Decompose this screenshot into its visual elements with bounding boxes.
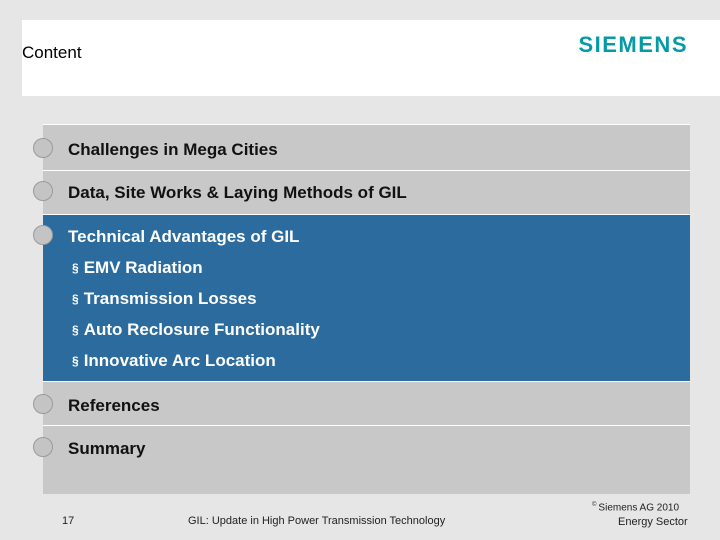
footer-presentation-title: GIL: Update in High Power Transmission T… [188, 515, 446, 527]
circle-bullet-icon [33, 394, 53, 414]
copyright-text: Siemens AG 2010 [598, 502, 680, 514]
subitem-label: EMV Radiation [83, 258, 203, 277]
circle-bullet-icon [33, 138, 53, 158]
footer-copyright: © Siemens AG 2010 [592, 502, 679, 513]
page-number: 17 [62, 515, 75, 527]
circle-bullet-icon [33, 181, 53, 201]
agenda-item-challenges[interactable]: Challenges in Mega Cities [33, 124, 690, 170]
footer-sector: Energy Sector [618, 516, 688, 528]
agenda-item-data-site-works[interactable]: Data, Site Works & Laying Methods of GIL [33, 170, 690, 214]
subitem-auto-reclosure[interactable]: § Auto Reclosure Functionality [72, 320, 320, 340]
subitem-arc-location[interactable]: § Innovative Arc Location [72, 351, 276, 371]
subitem-transmission-losses[interactable]: § Transmission Losses [72, 289, 257, 309]
agenda-item-label: Data, Site Works & Laying Methods of GIL [68, 183, 407, 202]
agenda-item-label: Summary [68, 439, 146, 458]
circle-bullet-icon [33, 225, 53, 245]
agenda-item-label: Challenges in Mega Cities [68, 140, 278, 159]
agenda-item-references[interactable]: References [33, 381, 690, 425]
agenda-filler [43, 466, 690, 494]
agenda-item-label: References [68, 396, 160, 415]
subitem-emv-radiation[interactable]: § EMV Radiation [72, 258, 203, 278]
section-marker: § [72, 354, 79, 368]
agenda-item-label: Technical Advantages of GIL [68, 227, 300, 246]
subitem-label: Auto Reclosure Functionality [83, 320, 320, 339]
agenda-item-technical-advantages[interactable]: Technical Advantages of GIL § EMV Radiati… [33, 214, 690, 381]
subitem-label: Innovative Arc Location [83, 351, 276, 370]
agenda-item-summary[interactable]: Summary [33, 425, 690, 467]
circle-bullet-icon [33, 437, 53, 457]
subitem-label: Transmission Losses [83, 289, 257, 308]
siemens-logo: SIEMENS [578, 32, 688, 57]
agenda-list: Challenges in Mega Cities Data, Site Wor… [33, 124, 690, 467]
page-title: Content [22, 43, 82, 62]
section-marker: § [72, 292, 79, 306]
copyright-symbol: © [592, 502, 597, 508]
section-marker: § [72, 323, 79, 337]
section-marker: § [72, 261, 79, 275]
